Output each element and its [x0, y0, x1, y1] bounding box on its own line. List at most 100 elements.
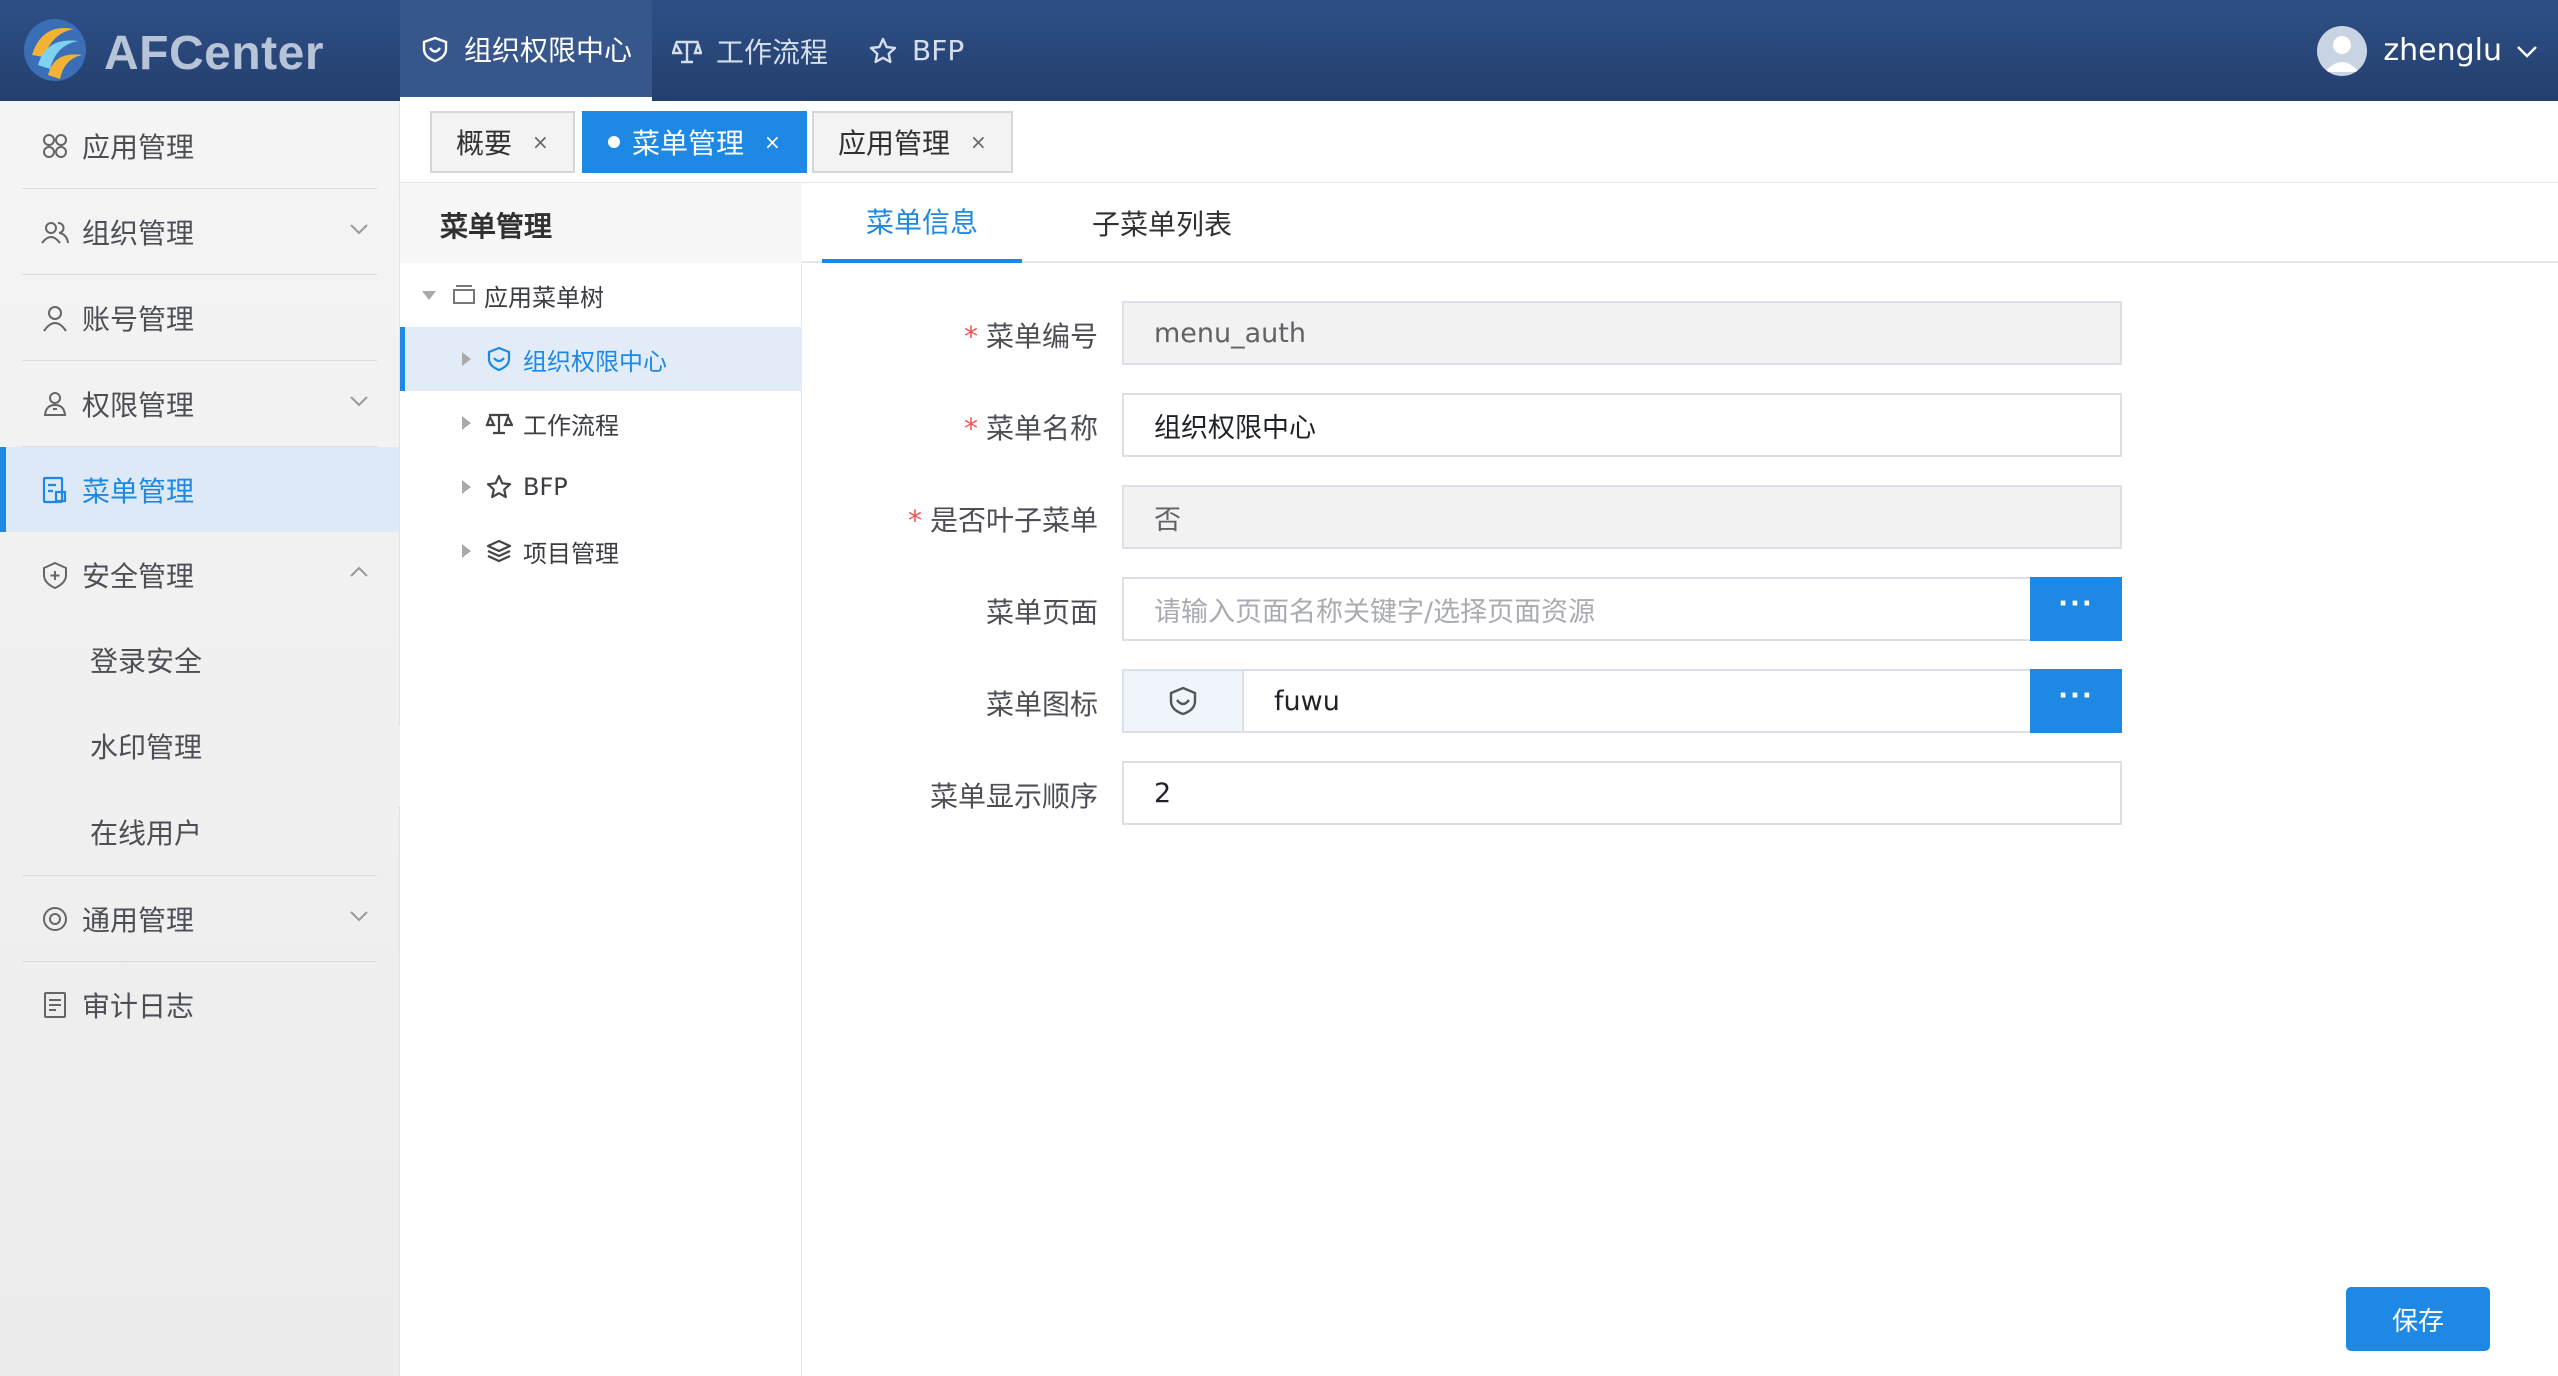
sidebar-item-permission-management[interactable]: 权限管理: [0, 361, 399, 446]
select-icon-button[interactable]: ···: [2030, 669, 2122, 733]
tree-node-bfp[interactable]: BFP: [400, 455, 802, 519]
star-icon: [869, 37, 897, 63]
form-row-menu-name: * 菜单名称 组织权限中心: [802, 393, 2558, 457]
sidebar-subitem-watermark[interactable]: 水印管理: [0, 703, 399, 789]
page-tabs-bar: 概要 × 菜单管理 × 应用管理 ×: [400, 101, 2558, 183]
tree-node-label: 项目管理: [523, 539, 619, 568]
top-nav: 组织权限中心 工作流程 BFP: [400, 0, 984, 101]
tree-node-label: 应用菜单树: [484, 283, 604, 312]
sidebar-item-general-management[interactable]: 通用管理: [0, 876, 399, 961]
topnav-label: 工作流程: [716, 35, 829, 69]
label-text: 菜单显示顺序: [929, 780, 1098, 813]
form-row-menu-icon: 菜单图标 fuwu ···: [802, 669, 2558, 733]
caret-right-icon[interactable]: [462, 544, 471, 558]
sidebar-item-label: 安全管理: [82, 559, 195, 593]
form-label: * 菜单名称: [802, 407, 1098, 447]
form-row-menu-code: * 菜单编号 menu_auth: [802, 301, 2558, 365]
page-tab-app-management[interactable]: 应用管理 ×: [812, 111, 1013, 173]
chevron-down-icon: [350, 224, 368, 235]
close-icon[interactable]: ×: [970, 130, 987, 154]
sidebar-item-label: 审计日志: [82, 989, 195, 1023]
more-icon: ···: [2058, 589, 2094, 619]
form-row-menu-page: 菜单页面 请输入页面名称关键字/选择页面资源 ···: [802, 577, 2558, 641]
topnav-org-permission-center[interactable]: 组织权限中心: [400, 0, 653, 101]
chevron-up-icon: [350, 566, 368, 577]
star-icon: [486, 474, 512, 499]
sidebar-item-app-management[interactable]: 应用管理: [0, 103, 399, 188]
sidebar-item-security-management[interactable]: 安全管理: [0, 532, 399, 617]
required-mark: *: [963, 412, 978, 445]
form-label: * 是否叶子菜单: [802, 499, 1098, 539]
more-icon: ···: [2058, 681, 2094, 711]
avatar: [2317, 25, 2368, 76]
user-menu[interactable]: zhenglu: [2317, 0, 2540, 101]
shield-plus-icon: [40, 560, 70, 590]
app-title: AFCenter: [104, 27, 325, 80]
form-label: 菜单图标: [802, 683, 1098, 723]
sidebar-item-org-management[interactable]: 组织管理: [0, 189, 399, 274]
is-leaf-field: 否: [1122, 485, 2122, 549]
caret-right-icon[interactable]: [462, 480, 471, 494]
page-tab-overview[interactable]: 概要 ×: [430, 111, 575, 173]
required-mark: *: [963, 320, 978, 353]
menu-page-input[interactable]: 请输入页面名称关键字/选择页面资源: [1122, 577, 2034, 641]
user-name: zhenglu: [2383, 33, 2502, 68]
chevron-down-icon: [350, 911, 368, 922]
sidebar-subitem-online-users[interactable]: 在线用户: [0, 789, 399, 875]
label-text: 菜单编号: [985, 320, 1098, 353]
tree-node-workflow[interactable]: 工作流程: [400, 391, 802, 455]
tree-node-label: BFP: [523, 473, 568, 501]
page-tab-menu-management[interactable]: 菜单管理 ×: [582, 111, 807, 173]
apps-grid-icon: [40, 131, 70, 161]
close-icon[interactable]: ×: [532, 130, 549, 154]
tab-submenu-list[interactable]: 子菜单列表: [1092, 183, 1232, 263]
tree-node-root[interactable]: 应用菜单树: [400, 263, 802, 327]
required-mark: *: [907, 504, 922, 537]
topnav-label: BFP: [912, 34, 965, 67]
menu-name-input[interactable]: 组织权限中心: [1122, 393, 2122, 457]
page-tab-label: 概要: [456, 127, 513, 160]
topnav-workflow[interactable]: 工作流程: [652, 0, 848, 101]
sidebar-item-label: 账号管理: [82, 302, 195, 336]
log-doc-icon: [40, 990, 70, 1020]
save-button[interactable]: 保存: [2346, 1287, 2490, 1351]
sidebar-item-label: 应用管理: [82, 130, 195, 164]
sidebar-subitem-login-security[interactable]: 登录安全: [0, 617, 399, 703]
menu-order-input[interactable]: 2: [1122, 761, 2122, 825]
label-text: 菜单图标: [985, 688, 1098, 721]
sidebar-item-label: 菜单管理: [82, 474, 195, 508]
topnav-bfp[interactable]: BFP: [848, 0, 984, 101]
page-tab-label: 菜单管理: [632, 127, 745, 160]
sidebar-item-label: 权限管理: [82, 388, 195, 422]
menu-icon-input[interactable]: fuwu: [1242, 669, 2032, 733]
tree-node-project-management[interactable]: 项目管理: [400, 519, 802, 583]
select-page-button[interactable]: ···: [2030, 577, 2122, 641]
heart-shield-icon: [1169, 686, 1197, 716]
caret-right-icon[interactable]: [462, 352, 471, 366]
sidebar-item-menu-management[interactable]: 菜单管理: [0, 447, 399, 532]
form-label: 菜单显示顺序: [802, 775, 1098, 815]
tab-menu-info[interactable]: 菜单信息: [822, 183, 1023, 263]
sidebar-item-label: 通用管理: [82, 903, 195, 937]
menu-doc-icon: [40, 475, 70, 505]
top-header: AFCenter 组织权限中心 工作流程 BFP zhenglu: [0, 0, 2558, 101]
chevron-down-icon: [350, 396, 368, 407]
tree-node-org-permission-center[interactable]: 组织权限中心: [400, 327, 802, 391]
tree-node-label: 组织权限中心: [523, 347, 667, 376]
form-label: 菜单页面: [802, 591, 1098, 631]
sidebar-item-account-management[interactable]: 账号管理: [0, 275, 399, 360]
topnav-label: 组织权限中心: [464, 33, 633, 67]
settings-icon: [40, 904, 70, 934]
caret-right-icon[interactable]: [462, 416, 471, 430]
form-row-is-leaf: * 是否叶子菜单 否: [802, 485, 2558, 549]
close-icon[interactable]: ×: [764, 130, 781, 154]
active-dot-icon: [608, 136, 620, 148]
balance-scale-icon: [672, 39, 703, 63]
label-text: 是否叶子菜单: [929, 504, 1098, 537]
form-row-menu-order: 菜单显示顺序 2: [802, 761, 2558, 825]
form-label: * 菜单编号: [802, 315, 1098, 355]
menu-tree-panel: 菜单管理 应用菜单树 组织权限中心 工作流程 BFP 项目管理: [400, 183, 802, 1376]
user-avatar-icon: [2325, 35, 2360, 72]
sidebar-item-audit-log[interactable]: 审计日志: [0, 962, 399, 1047]
caret-down-icon[interactable]: [422, 290, 436, 300]
